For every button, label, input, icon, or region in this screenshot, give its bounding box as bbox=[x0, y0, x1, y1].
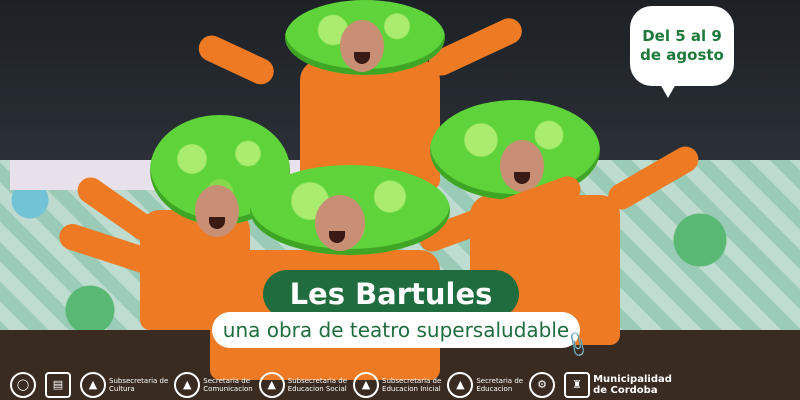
performer-face bbox=[315, 195, 365, 251]
logo-item: ▲ Secretaria de Comunicacion bbox=[174, 372, 253, 398]
date-line-1: Del 5 al 9 bbox=[642, 27, 722, 45]
sponsor-logo-bar: ◯ ▤ ▲ Subsecretaria de Cultura ▲ Secretar… bbox=[0, 370, 800, 400]
shield-logo-icon: ▲ bbox=[353, 372, 380, 398]
event-title: Les Bartules bbox=[263, 270, 519, 318]
hero-image: Del 5 al 9 de agosto Les Bartules una ob… bbox=[0, 0, 800, 400]
date-speech-bubble: Del 5 al 9 de agosto bbox=[630, 6, 734, 98]
performer-face bbox=[195, 185, 239, 237]
logo-item: ♜ Municipalidad de Cordoba bbox=[564, 372, 672, 398]
logo-item: ◯ bbox=[10, 372, 39, 398]
performer-face bbox=[340, 20, 384, 72]
logo-item: ⚙ bbox=[529, 372, 558, 398]
shield-logo-icon: ▲ bbox=[258, 372, 285, 398]
shield-logo-icon: ▲ bbox=[80, 372, 106, 398]
city-crest-icon: ♜ bbox=[564, 372, 591, 398]
gear-logo-icon: ⚙ bbox=[529, 372, 556, 398]
logo-item: ▲ Secretaria de Educacion bbox=[447, 372, 523, 398]
logo-item: ▲ Subsecretaria de Cultura bbox=[80, 372, 168, 398]
logo-item: ▤ bbox=[45, 372, 74, 398]
logo-item: ▲ Subsecretaria de Educacion Social bbox=[258, 372, 347, 398]
building-logo-icon: ▤ bbox=[45, 372, 71, 398]
logo-item: ▲ Subsecretaria de Educacion Inicial bbox=[353, 372, 441, 398]
performer-face bbox=[500, 140, 544, 192]
shield-logo-icon: ▲ bbox=[174, 372, 201, 398]
event-subtitle: una obra de teatro supersaludable bbox=[212, 312, 580, 348]
date-line-2: de agosto bbox=[640, 46, 724, 64]
shield-logo-icon: ▲ bbox=[447, 372, 474, 398]
performer-arm bbox=[194, 31, 278, 89]
spiral-logo-icon: ◯ bbox=[10, 372, 36, 398]
